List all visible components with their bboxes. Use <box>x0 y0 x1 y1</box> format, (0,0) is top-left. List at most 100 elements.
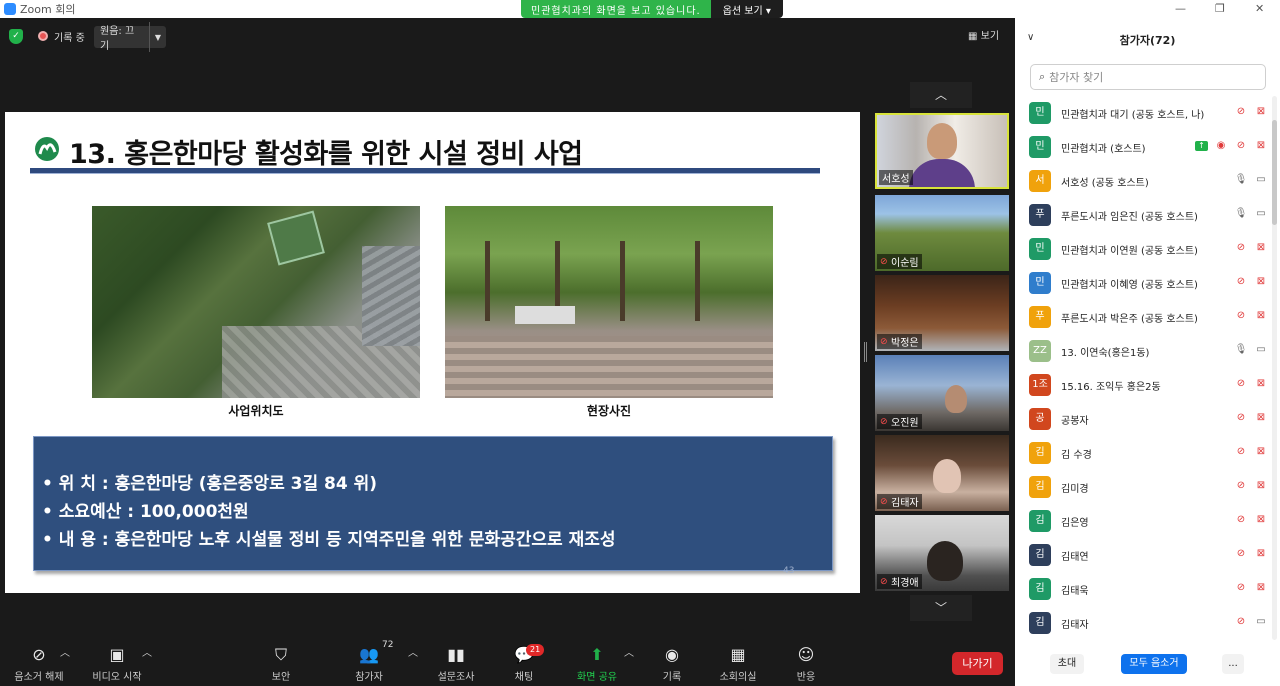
mic-muted-icon[interactable]: ⊘ <box>1234 445 1248 459</box>
video-scroll-down-button[interactable]: ﹀ <box>910 595 972 621</box>
video-off-icon[interactable]: ⊠ <box>1254 105 1268 119</box>
video-off-icon: ▣ <box>109 645 125 664</box>
participant-search-input[interactable] <box>1049 70 1250 84</box>
security-button[interactable]: ⛉ 보안 <box>266 644 296 683</box>
participant-row[interactable]: 민 민관협치과 이혜영 (공동 호스트) ⊘ ⊠ <box>1015 266 1270 300</box>
video-options-chevron-icon[interactable]: ︿ <box>142 644 152 659</box>
video-tile[interactable]: ⊘ 김태자 <box>875 435 1009 511</box>
participant-status-icons: ⊘ ⊠ <box>1234 547 1268 561</box>
video-tile[interactable]: ⊘ 박정은 <box>875 275 1009 351</box>
mic-muted-icon[interactable]: ⊘ <box>1234 309 1248 323</box>
mic-muted-icon[interactable]: ⊘ <box>1234 377 1248 391</box>
mic-muted-icon: ⊘ <box>880 416 888 427</box>
invite-button[interactable]: 초대 <box>1050 654 1084 674</box>
participants-button[interactable]: 👥 참가자 <box>352 644 386 683</box>
share-screen-button[interactable]: ⬆ 화면 공유 <box>574 644 620 683</box>
video-tile[interactable]: ⊘ 오진원 <box>875 355 1009 431</box>
participant-face <box>945 385 967 413</box>
start-video-button[interactable]: ▣ 비디오 시작 <box>90 644 144 683</box>
share-screen-label: 화면 공유 <box>577 672 617 683</box>
view-button[interactable]: ▦ 보기 <box>968 27 999 42</box>
original-audio-button[interactable]: 원음: 끄기 ▼ <box>94 22 166 52</box>
mic-muted-icon[interactable]: ⊘ <box>1234 547 1248 561</box>
participant-row[interactable]: 민 민관협치과 (호스트) ↑ ◉ ⊘ ⊠ <box>1015 130 1270 164</box>
video-off-icon[interactable]: ⊠ <box>1254 547 1268 561</box>
reactions-button[interactable]: ☺ 반응 <box>794 644 818 683</box>
participant-avatar: 김 <box>1029 442 1051 464</box>
video-camera-icon[interactable]: ▭ <box>1254 615 1268 629</box>
mic-icon[interactable]: 🎙 <box>1234 207 1248 221</box>
participant-row[interactable]: 김 김은영 ⊘ ⊠ <box>1015 504 1270 538</box>
participant-row[interactable]: 민 민관협치과 이연원 (공동 호스트) ⊘ ⊠ <box>1015 232 1270 266</box>
participant-row[interactable]: 공 공봉자 ⊘ ⊠ <box>1015 402 1270 436</box>
video-off-icon[interactable]: ⊠ <box>1254 479 1268 493</box>
video-camera-icon[interactable]: ▭ <box>1254 173 1268 187</box>
video-off-icon[interactable]: ⊠ <box>1254 377 1268 391</box>
site-canopy <box>515 306 575 324</box>
recording-status[interactable]: 기록 중 <box>54 29 85 44</box>
participant-row[interactable]: ZZ 13. 이연숙(홍은1동) 🎙 ▭ <box>1015 334 1270 368</box>
video-off-icon[interactable]: ⊠ <box>1254 411 1268 425</box>
security-shield-icon[interactable]: ✓ <box>9 29 23 44</box>
participant-name: 김미경 <box>1061 484 1089 495</box>
video-tile[interactable]: ⊘ 이순림 <box>875 195 1009 271</box>
splitter-drag-handle[interactable] <box>864 342 867 362</box>
polls-button[interactable]: ▮▮ 설문조사 <box>434 644 478 683</box>
participant-row[interactable]: 푸 푸른도시과 박은주 (공동 호스트) ⊘ ⊠ <box>1015 300 1270 334</box>
participant-row[interactable]: 김 김태욱 ⊘ ⊠ <box>1015 572 1270 606</box>
mic-muted-icon[interactable]: ⊘ <box>1234 275 1248 289</box>
participant-row[interactable]: 김 김미경 ⊘ ⊠ <box>1015 470 1270 504</box>
participant-status-icons: 🎙 ▭ <box>1234 173 1268 187</box>
close-icon[interactable]: ✕ <box>1255 2 1264 15</box>
mic-muted-icon: ⊘ <box>32 645 46 664</box>
video-camera-icon[interactable]: ▭ <box>1254 207 1268 221</box>
video-off-icon[interactable]: ⊠ <box>1254 513 1268 527</box>
participant-row[interactable]: 김 김태자 ⊘ ▭ <box>1015 606 1270 640</box>
participant-search[interactable]: ⌕ <box>1030 64 1266 90</box>
participant-row[interactable]: 1조 15.16. 조익두 홍은2동 ⊘ ⊠ <box>1015 368 1270 402</box>
mic-muted-icon[interactable]: ⊘ <box>1234 241 1248 255</box>
video-off-icon[interactable]: ⊠ <box>1254 275 1268 289</box>
chevron-down-icon[interactable]: ▼ <box>150 33 166 42</box>
share-options-chevron-icon[interactable]: ︿ <box>624 644 634 659</box>
participant-row[interactable]: 김 김태연 ⊘ ⊠ <box>1015 538 1270 572</box>
video-tile[interactable]: ⊘ 최경애 <box>875 515 1009 591</box>
video-off-icon[interactable]: ⊠ <box>1254 139 1268 153</box>
participant-row[interactable]: 김김 수경 ⊘ ⊠ <box>1015 436 1270 470</box>
mic-muted-icon[interactable]: ⊘ <box>1234 581 1248 595</box>
video-scroll-up-button[interactable]: ︿ <box>910 82 972 108</box>
mic-muted-icon: ⊘ <box>880 496 888 507</box>
mute-all-button[interactable]: 모두 음소거 <box>1121 654 1187 674</box>
unmute-button[interactable]: ⊘ 음소거 해제 <box>12 644 66 683</box>
video-off-icon[interactable]: ⊠ <box>1254 581 1268 595</box>
mic-muted-icon[interactable]: ⊘ <box>1234 615 1248 629</box>
mic-icon[interactable]: 🎙 <box>1234 173 1248 187</box>
video-off-icon[interactable]: ⊠ <box>1254 309 1268 323</box>
breakout-grid-icon: ▦ <box>730 645 746 664</box>
map-urban-area-east <box>362 246 420 346</box>
participant-row[interactable]: 민 민관협치과 대기 (공동 호스트, 나) ⊘ ⊠ <box>1015 96 1270 130</box>
mic-muted-icon[interactable]: ⊘ <box>1234 411 1248 425</box>
mic-muted-icon[interactable]: ⊘ <box>1234 479 1248 493</box>
video-off-icon[interactable]: ⊠ <box>1254 241 1268 255</box>
audio-options-chevron-icon[interactable]: ︿ <box>60 644 70 659</box>
minimize-icon[interactable]: — <box>1175 2 1186 15</box>
video-off-icon[interactable]: ⊠ <box>1254 445 1268 459</box>
mic-muted-icon[interactable]: ⊘ <box>1234 139 1248 153</box>
video-tile[interactable]: 서호성 <box>875 113 1009 189</box>
mic-muted-icon[interactable]: ⊘ <box>1234 513 1248 527</box>
view-options-button[interactable]: 옵션 보기 ▾ <box>710 0 783 18</box>
breakout-rooms-button[interactable]: ▦ 소회의실 <box>716 644 760 683</box>
participant-row[interactable]: 서 서호성 (공동 호스트) 🎙 ▭ <box>1015 164 1270 198</box>
mic-muted-icon[interactable]: ⊘ <box>1234 105 1248 119</box>
maximize-icon[interactable]: ❐ <box>1215 2 1225 15</box>
participant-face <box>933 459 961 493</box>
participants-options-chevron-icon[interactable]: ︿ <box>408 644 418 659</box>
leave-meeting-button[interactable]: 나가기 <box>952 652 1003 675</box>
participant-list-scrollbar[interactable] <box>1272 120 1277 225</box>
more-options-button[interactable]: ... <box>1222 654 1244 674</box>
video-camera-icon[interactable]: ▭ <box>1254 343 1268 357</box>
mic-icon[interactable]: 🎙 <box>1234 343 1248 357</box>
participant-row[interactable]: 푸 푸른도시과 임은진 (공동 호스트) 🎙 ▭ <box>1015 198 1270 232</box>
record-button[interactable]: ◉ 기록 <box>660 644 684 683</box>
